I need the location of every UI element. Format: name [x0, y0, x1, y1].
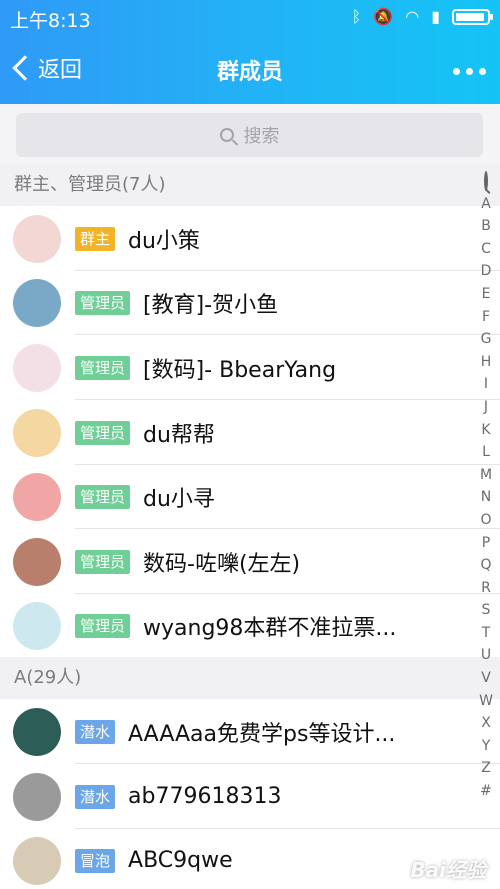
- role-badge: 冒泡: [75, 848, 116, 873]
- member-name: ab779618313: [128, 784, 282, 809]
- alphabet-index[interactable]: A B C D E F G H I J K L M N O P Q R S T U V W X Y Z #: [472, 170, 500, 803]
- index-letter[interactable]: D: [472, 260, 500, 283]
- member-row[interactable]: 群主 du小策: [0, 206, 470, 271]
- navbar: 返回 群成员: [0, 40, 500, 100]
- index-letter[interactable]: L: [472, 441, 500, 464]
- avatar[interactable]: [13, 601, 61, 650]
- avatar[interactable]: [13, 472, 61, 521]
- index-letter[interactable]: G: [472, 328, 500, 351]
- bluetooth-icon: ᛒ: [351, 7, 362, 26]
- wifi-icon: ◠: [405, 7, 420, 26]
- app-header: 上午8:13 ᛒ 🔕 ◠ ▮ 返回 群成员: [0, 0, 500, 104]
- index-letter[interactable]: H: [472, 351, 500, 374]
- member-name: ABC9qwe: [128, 848, 233, 873]
- index-letter[interactable]: A: [472, 193, 500, 216]
- index-letter[interactable]: Q: [472, 554, 500, 577]
- index-letter[interactable]: K: [472, 419, 500, 442]
- avatar[interactable]: [13, 278, 61, 327]
- member-name: [教育]-贺小鱼: [143, 292, 279, 318]
- search-input[interactable]: 搜索: [16, 113, 483, 157]
- index-letter[interactable]: I: [472, 373, 500, 396]
- page-title: 群成员: [216, 60, 283, 85]
- index-letter[interactable]: M: [472, 464, 500, 487]
- member-row[interactable]: 管理员 数码-咗嚛(左左): [0, 529, 470, 594]
- member-row[interactable]: 潜水 AAAAaa免费学ps等设计...: [0, 699, 470, 764]
- role-badge: 潜水: [75, 784, 116, 809]
- avatar[interactable]: [13, 707, 61, 756]
- index-letter[interactable]: U: [472, 644, 500, 667]
- member-row[interactable]: 管理员 wyang98本群不准拉票...: [0, 593, 470, 658]
- avatar[interactable]: [13, 836, 61, 885]
- index-letter[interactable]: C: [472, 238, 500, 261]
- member-name: du帮帮: [143, 422, 215, 448]
- role-badge: 管理员: [75, 355, 131, 380]
- index-letter[interactable]: B: [472, 215, 500, 238]
- index-letter[interactable]: #: [472, 780, 500, 803]
- status-icons: ᛒ 🔕 ◠ ▮: [351, 7, 493, 26]
- mute-icon: 🔕: [373, 7, 394, 26]
- index-letter[interactable]: W: [472, 690, 500, 713]
- index-letter[interactable]: X: [472, 712, 500, 735]
- status-bar: 上午8:13 ᛒ 🔕 ◠ ▮: [0, 0, 500, 36]
- index-letter[interactable]: S: [472, 599, 500, 622]
- member-row[interactable]: 管理员 [教育]-贺小鱼: [0, 270, 470, 335]
- index-letter[interactable]: P: [472, 532, 500, 555]
- avatar[interactable]: [13, 214, 61, 263]
- member-row[interactable]: 管理员 du帮帮: [0, 400, 470, 465]
- index-letter[interactable]: E: [472, 283, 500, 306]
- role-badge: 群主: [75, 226, 116, 251]
- section-header-a: A(29人): [0, 657, 500, 699]
- member-name: du小策: [128, 228, 200, 254]
- member-row[interactable]: 潜水 ab779618313: [0, 764, 470, 829]
- battery-icon: [452, 9, 493, 25]
- search-bar: 搜索: [0, 104, 500, 164]
- role-badge: 潜水: [75, 719, 116, 744]
- index-letter[interactable]: T: [472, 622, 500, 645]
- index-letter[interactable]: J: [472, 396, 500, 419]
- role-badge: 管理员: [75, 613, 131, 638]
- avatar[interactable]: [13, 408, 61, 457]
- index-letter[interactable]: V: [472, 667, 500, 690]
- avatar[interactable]: [13, 772, 61, 821]
- watermark: Bai经验: [410, 858, 486, 882]
- index-letter[interactable]: N: [472, 486, 500, 509]
- role-badge: 管理员: [75, 420, 131, 445]
- member-row[interactable]: 冒泡 ABC9qwe: [0, 828, 470, 889]
- status-time: 上午8:13: [10, 10, 91, 32]
- signal-icon: ▮: [431, 7, 440, 26]
- member-name: 数码-咗嚛(左左): [143, 551, 301, 577]
- search-icon: [219, 128, 234, 142]
- section-header-admins: 群主、管理员(7人): [0, 164, 500, 206]
- index-letter[interactable]: Z: [472, 757, 500, 780]
- index-letter[interactable]: Y: [472, 735, 500, 758]
- member-name: wyang98本群不准拉票...: [143, 615, 397, 641]
- role-badge: 管理员: [75, 549, 131, 574]
- role-badge: 管理员: [75, 484, 131, 509]
- index-letter[interactable]: F: [472, 306, 500, 329]
- member-name: du小寻: [143, 486, 215, 512]
- member-row[interactable]: 管理员 du小寻: [0, 464, 470, 529]
- member-row[interactable]: 管理员 [数码]- BbearYang: [0, 335, 470, 400]
- avatar[interactable]: [13, 343, 61, 392]
- search-placeholder: 搜索: [243, 126, 280, 147]
- more-icon[interactable]: [453, 68, 486, 75]
- member-name: AAAAaa免费学ps等设计...: [128, 721, 396, 747]
- avatar[interactable]: [13, 537, 61, 586]
- index-search-icon[interactable]: [472, 170, 500, 193]
- role-badge: 管理员: [75, 290, 131, 315]
- index-letter[interactable]: R: [472, 577, 500, 600]
- member-name: [数码]- BbearYang: [143, 357, 337, 383]
- index-letter[interactable]: O: [472, 509, 500, 532]
